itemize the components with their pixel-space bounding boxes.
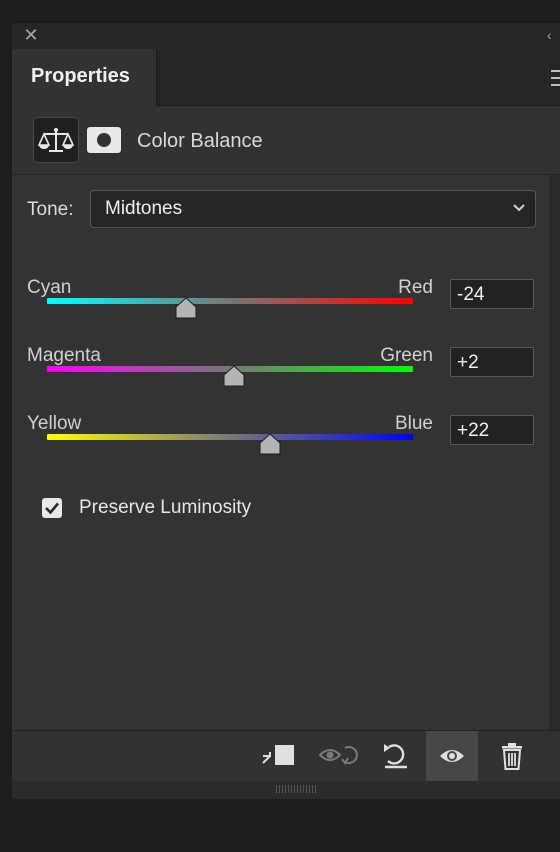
adjustment-title: Color Balance (137, 130, 263, 152)
yellow-blue-value-input[interactable]: +22 (450, 415, 534, 445)
slider-thumb[interactable] (258, 433, 282, 455)
slider-track[interactable] (47, 298, 413, 304)
tone-dropdown[interactable]: Midtones (90, 190, 536, 228)
slider-right-label: Red (398, 277, 433, 298)
slider-left-label: Magenta (27, 345, 101, 366)
cyan-red-value-input[interactable]: -24 (450, 279, 534, 309)
footer-toolbar (12, 730, 560, 781)
view-previous-state-button[interactable] (312, 731, 364, 781)
reset-icon (384, 744, 407, 769)
clip-to-layer-icon (262, 745, 294, 765)
tab-label: Properties (31, 65, 130, 87)
preserve-luminosity-label: Preserve Luminosity (79, 497, 252, 518)
tone-label: Tone: (27, 199, 74, 220)
tone-selected-value: Midtones (105, 198, 183, 219)
reset-button[interactable] (370, 731, 422, 781)
tab-row: Properties (12, 49, 560, 106)
slider-right-label: Green (380, 345, 433, 366)
adjustment-content: Tone: Midtones Cyan Red -24 Magenta Gree… (12, 175, 560, 730)
slider-thumb[interactable] (222, 365, 246, 387)
checkmark-icon (45, 502, 59, 515)
visibility-eye-icon (440, 750, 464, 762)
tab-properties[interactable]: Properties (12, 49, 157, 106)
yellow-blue-slider: Yellow Blue +22 (27, 413, 547, 473)
magenta-green-value-input[interactable]: +2 (450, 347, 534, 377)
clip-to-layer-button[interactable] (252, 731, 304, 781)
double-chevron-left-icon[interactable]: ‹ (547, 27, 559, 43)
view-previous-state-icon (318, 746, 358, 765)
vertical-scrollbar[interactable] (550, 175, 560, 730)
delete-button[interactable] (486, 731, 538, 781)
adjustment-header: Color Balance (12, 106, 560, 175)
properties-panel: ✕ ‹ Properties Color Balance Tone: Midto… (11, 22, 560, 799)
visibility-toggle-button[interactable] (426, 731, 478, 781)
resize-bar (12, 781, 560, 799)
panel-titlebar: ✕ ‹ (12, 23, 560, 49)
chevron-down-icon (513, 204, 525, 212)
slider-left-label: Yellow (27, 413, 82, 434)
cyan-red-slider: Cyan Red -24 (27, 277, 547, 337)
resize-grip[interactable] (276, 785, 316, 793)
magenta-green-slider: Magenta Green +2 (27, 345, 547, 405)
close-icon[interactable]: ✕ (22, 26, 40, 44)
trash-icon (502, 743, 522, 770)
hamburger-menu-icon[interactable] (551, 65, 560, 89)
slider-right-label: Blue (394, 413, 433, 434)
preserve-luminosity-checkbox[interactable] (42, 498, 62, 518)
balance-scale-icon[interactable] (33, 117, 79, 163)
layer-mask-icon[interactable] (87, 127, 121, 153)
slider-thumb[interactable] (174, 297, 198, 319)
slider-track[interactable] (47, 434, 413, 440)
slider-left-label: Cyan (27, 277, 72, 298)
